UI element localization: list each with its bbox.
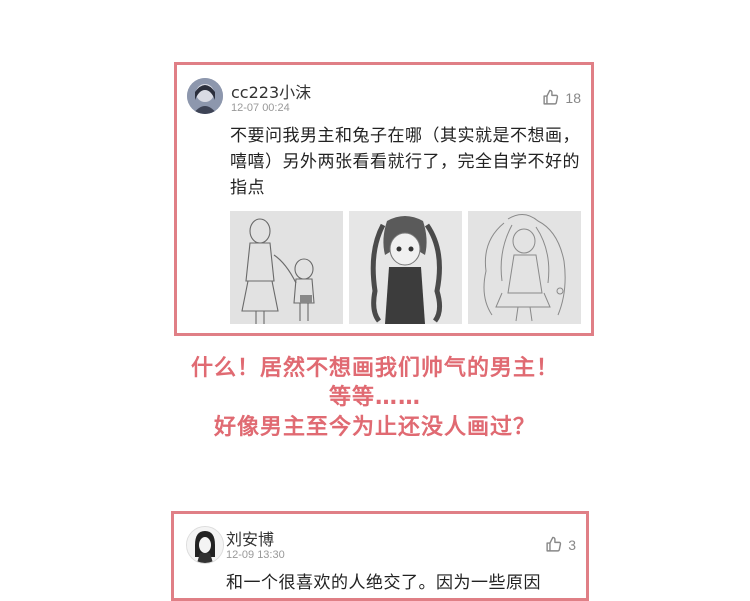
sketch-image[interactable]	[468, 211, 581, 324]
thumbs-up-icon	[542, 89, 559, 106]
timestamp: 12-09 13:30	[226, 549, 285, 561]
sketch-image[interactable]	[230, 211, 343, 324]
comment-card: cc223小沫 12-07 00:24 18 不要问我男主和兔子在哪（其实就是不…	[174, 62, 594, 336]
like-count: 18	[565, 89, 581, 106]
comment-text: 不要问我男主和兔子在哪（其实就是不想画，嘻嘻）另外两张看看就行了，完全自学不好的…	[230, 126, 580, 198]
caption-line: 等等……	[328, 385, 421, 410]
timestamp: 12-07 00:24	[231, 102, 290, 114]
like-count: 3	[568, 536, 576, 553]
comment-text: 和一个很喜欢的人绝交了。因为一些原因	[226, 573, 541, 593]
avatar[interactable]	[186, 526, 224, 564]
username[interactable]: cc223小沫	[231, 79, 311, 103]
like-button[interactable]: 3	[545, 536, 576, 553]
comment-images	[230, 211, 581, 324]
avatar[interactable]	[187, 78, 223, 114]
sketch-image[interactable]	[349, 211, 462, 324]
comment-card: 刘安博 12-09 13:30 3 和一个很喜欢的人绝交了。因为一些原因	[171, 511, 589, 601]
username[interactable]: 刘安博	[226, 526, 274, 550]
like-button[interactable]: 18	[542, 89, 581, 106]
caption-line: 什么！居然不想画我们帅气的男主！	[190, 356, 559, 381]
thumbs-up-icon	[545, 536, 562, 553]
caption-line: 好像男主至今为止还没人画过？	[213, 415, 536, 440]
